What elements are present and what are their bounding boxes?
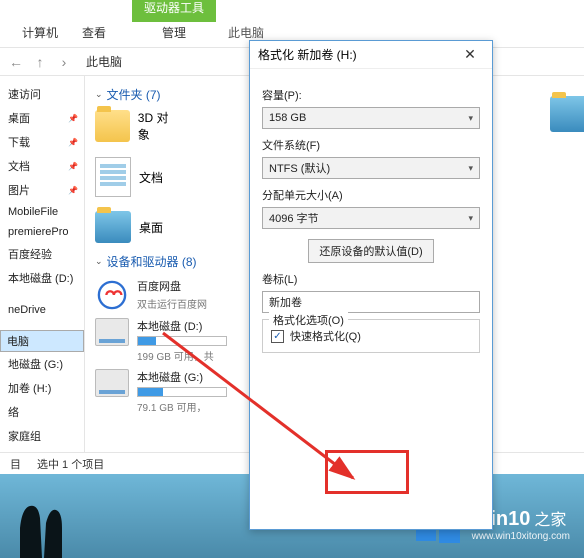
- folder-documents[interactable]: 文档: [95, 157, 179, 197]
- nav-documents[interactable]: 文档📌: [0, 154, 84, 178]
- status-selected: 选中 1 个项目: [37, 456, 104, 471]
- nav-disk-h[interactable]: 加卷 (H:): [0, 376, 84, 400]
- nav-this-pc[interactable]: 电脑: [0, 330, 84, 352]
- nav-onedrive[interactable]: neDrive: [0, 300, 84, 320]
- nav-disk-g[interactable]: 地磁盘 (G:): [0, 352, 84, 376]
- nav-disk-d[interactable]: 本地磁盘 (D:): [0, 266, 84, 290]
- volume-label-input[interactable]: 新加卷: [262, 291, 480, 313]
- folder-desktop[interactable]: 桌面: [95, 211, 179, 243]
- capacity-label: 容量(P):: [262, 87, 480, 103]
- nav-up-icon[interactable]: ↑: [32, 54, 48, 70]
- dialog-title: 格式化 新加卷 (H:): [258, 46, 357, 63]
- nav-back-icon[interactable]: ←: [8, 54, 24, 70]
- drive-icon: [95, 318, 129, 346]
- nav-premierepro[interactable]: premierePro: [0, 222, 84, 242]
- chevron-down-icon: ▾: [468, 163, 473, 174]
- nav-tree: 速访问 桌面📌 下载📌 文档📌 图片📌 MobileFile premiereP…: [0, 76, 85, 458]
- annotation-highlight: [325, 450, 409, 494]
- pin-icon: 📌: [68, 138, 78, 147]
- format-options-title: 格式化选项(O): [269, 312, 348, 328]
- dialog-titlebar[interactable]: 格式化 新加卷 (H:) ✕: [250, 41, 492, 69]
- quick-format-checkbox[interactable]: ✓ 快速格式化(Q): [271, 328, 471, 344]
- nav-desktop[interactable]: 桌面📌: [0, 106, 84, 130]
- folder-icon: [95, 110, 130, 142]
- baidu-cloud-icon: [95, 278, 129, 312]
- volume-label-label: 卷标(L): [262, 271, 480, 287]
- chevron-down-icon: ▾: [468, 213, 473, 224]
- tab-manage[interactable]: 管理: [150, 22, 198, 47]
- nav-quick-access[interactable]: 速访问: [0, 82, 84, 106]
- capacity-select[interactable]: 158 GB▾: [262, 107, 480, 129]
- filesystem-label: 文件系统(F): [262, 137, 480, 153]
- nav-baidu-exp[interactable]: 百度经验: [0, 242, 84, 266]
- tab-drive-tools[interactable]: 驱动器工具: [132, 0, 216, 22]
- nav-homegroup[interactable]: 家庭组: [0, 424, 84, 448]
- chevron-right-icon: ›: [56, 54, 72, 70]
- chevron-down-icon: ⌄: [95, 89, 103, 100]
- pin-icon: 📌: [68, 186, 78, 195]
- folder-peek-icon: [550, 96, 584, 132]
- close-button[interactable]: ✕: [456, 46, 484, 63]
- chevron-down-icon: ▾: [468, 113, 473, 124]
- nav-downloads[interactable]: 下载📌: [0, 130, 84, 154]
- restore-defaults-button[interactable]: 还原设备的默认值(D): [308, 239, 433, 263]
- tab-computer[interactable]: 计算机: [10, 18, 70, 47]
- nav-pictures[interactable]: 图片📌: [0, 178, 84, 202]
- nav-mobilefile[interactable]: MobileFile: [0, 202, 84, 222]
- allocation-select[interactable]: 4096 字节▾: [262, 207, 480, 229]
- checkbox-icon: ✓: [271, 330, 284, 343]
- nav-network[interactable]: 络: [0, 400, 84, 424]
- format-options-group: 格式化选项(O) ✓ 快速格式化(Q): [262, 319, 480, 353]
- folder-3d-objects[interactable]: 3D 对象: [95, 109, 179, 143]
- filesystem-select[interactable]: NTFS (默认)▾: [262, 157, 480, 179]
- allocation-label: 分配单元大小(A): [262, 187, 480, 203]
- breadcrumb[interactable]: 此电脑: [80, 53, 128, 70]
- drive-icon: [95, 369, 129, 397]
- tab-view[interactable]: 查看: [70, 18, 118, 47]
- silhouette-icon: [10, 488, 70, 558]
- desktop-icon: [95, 211, 131, 243]
- pin-icon: 📌: [68, 162, 78, 171]
- document-icon: [95, 157, 131, 197]
- pin-icon: 📌: [68, 114, 78, 123]
- status-item-count: 目: [10, 456, 21, 471]
- chevron-down-icon: ⌄: [95, 256, 103, 267]
